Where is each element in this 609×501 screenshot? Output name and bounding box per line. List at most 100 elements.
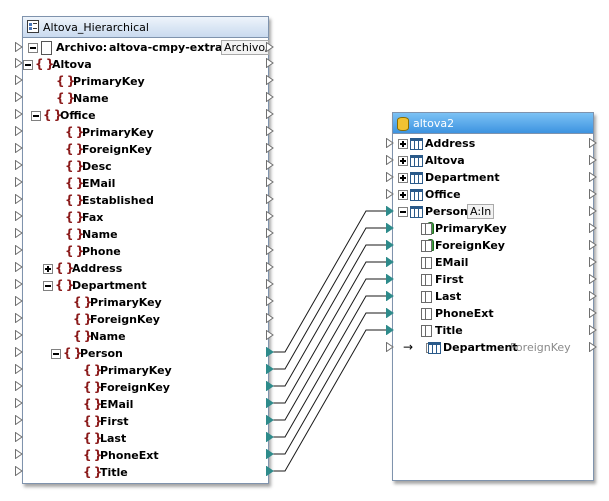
input-connector[interactable] [386, 325, 394, 335]
db-item-email[interactable]: EMail [393, 254, 593, 271]
output-connector[interactable] [266, 58, 274, 68]
input-connector[interactable] [15, 75, 23, 85]
tree-item-address[interactable]: { } Address [23, 260, 268, 277]
tree-item-title[interactable]: { } Title [23, 464, 268, 481]
output-connector[interactable] [266, 126, 274, 136]
tree-item-foreignkey[interactable]: { } ForeignKey [23, 379, 268, 396]
input-connector[interactable] [15, 432, 23, 442]
input-connector[interactable] [386, 189, 394, 199]
input-connector[interactable] [386, 155, 394, 165]
expand-icon[interactable] [398, 156, 408, 166]
expand-icon[interactable] [398, 173, 408, 183]
collapse-icon[interactable] [43, 281, 53, 291]
tree-item-foreignkey[interactable]: { } ForeignKey [23, 141, 268, 158]
input-connector[interactable] [15, 160, 23, 170]
tree-item-desc[interactable]: { } Desc [23, 158, 268, 175]
file-button[interactable]: Archivo/ [221, 40, 269, 55]
tree-item-name[interactable]: { } Name [23, 328, 268, 345]
output-connector[interactable] [266, 75, 274, 85]
mapping-line[interactable] [273, 210, 386, 353]
input-connector[interactable] [15, 109, 23, 119]
output-connector[interactable] [266, 432, 274, 442]
output-connector[interactable] [266, 92, 274, 102]
mapping-line[interactable] [273, 295, 386, 438]
input-connector[interactable] [15, 194, 23, 204]
input-connector[interactable] [15, 245, 23, 255]
output-connector[interactable] [266, 42, 274, 52]
input-connector[interactable] [386, 257, 394, 267]
action-tag[interactable]: A:In [467, 204, 495, 219]
expand-icon[interactable] [43, 264, 53, 274]
db-item-person[interactable]: Person A:In [393, 203, 593, 220]
output-connector[interactable] [266, 313, 274, 323]
input-connector[interactable] [15, 42, 23, 52]
db-item-department[interactable]: → Department ForeignKey [393, 339, 593, 356]
input-connector[interactable] [15, 364, 23, 374]
db-item-address[interactable]: Address [393, 135, 593, 152]
output-connector[interactable] [266, 330, 274, 340]
input-connector[interactable] [15, 381, 23, 391]
output-connector[interactable] [266, 194, 274, 204]
mapping-line[interactable] [273, 244, 386, 387]
db-item-foreignkey[interactable]: ForeignKey [393, 237, 593, 254]
output-connector[interactable] [589, 342, 597, 352]
output-connector[interactable] [266, 228, 274, 238]
output-connector[interactable] [266, 381, 274, 391]
mapping-line[interactable] [273, 227, 386, 370]
tree-item-email[interactable]: { } EMail [23, 396, 268, 413]
tree-item-person[interactable]: { } Person [23, 345, 268, 362]
output-connector[interactable] [266, 415, 274, 425]
tree-item-foreignkey[interactable]: { } ForeignKey [23, 311, 268, 328]
output-connector[interactable] [266, 109, 274, 119]
input-connector[interactable] [15, 262, 23, 272]
component-title-bar[interactable]: Altova_Hierarchical [23, 17, 268, 38]
input-connector[interactable] [15, 177, 23, 187]
input-connector[interactable] [15, 92, 23, 102]
output-connector[interactable] [589, 240, 597, 250]
input-connector[interactable] [15, 58, 23, 68]
input-connector[interactable] [15, 279, 23, 289]
output-connector[interactable] [589, 138, 597, 148]
db-item-altova[interactable]: Altova [393, 152, 593, 169]
input-connector[interactable] [386, 240, 394, 250]
mapping-line[interactable] [273, 278, 386, 421]
output-connector[interactable] [266, 262, 274, 272]
output-connector[interactable] [266, 177, 274, 187]
output-connector[interactable] [589, 189, 597, 199]
tree-item-office[interactable]: { } Office [23, 107, 268, 124]
input-connector[interactable] [15, 126, 23, 136]
db-item-first[interactable]: First [393, 271, 593, 288]
mapping-line[interactable] [273, 329, 386, 472]
tree-item-primarykey[interactable]: { } PrimaryKey [23, 294, 268, 311]
output-connector[interactable] [589, 291, 597, 301]
input-connector[interactable] [386, 138, 394, 148]
input-connector[interactable] [15, 466, 23, 476]
output-connector[interactable] [266, 364, 274, 374]
output-connector[interactable] [266, 160, 274, 170]
input-connector[interactable] [15, 313, 23, 323]
target-component-altova2[interactable]: altova2 Address Altova Department Office Per… [392, 112, 594, 481]
input-connector[interactable] [15, 330, 23, 340]
output-connector[interactable] [266, 245, 274, 255]
tree-item-phoneext[interactable]: { } PhoneExt [23, 447, 268, 464]
input-connector[interactable] [15, 347, 23, 357]
tree-item-name[interactable]: { } Name [23, 90, 268, 107]
input-connector[interactable] [386, 308, 394, 318]
output-connector[interactable] [266, 398, 274, 408]
tree-item-last[interactable]: { } Last [23, 430, 268, 447]
mapping-line[interactable] [273, 312, 386, 455]
input-connector[interactable] [15, 211, 23, 221]
input-connector[interactable] [386, 223, 394, 233]
input-connector[interactable] [15, 449, 23, 459]
tree-item-name[interactable]: { } Name [23, 226, 268, 243]
collapse-icon[interactable] [398, 207, 408, 217]
output-connector[interactable] [266, 296, 274, 306]
tree-item-department[interactable]: { } Department [23, 277, 268, 294]
output-connector[interactable] [266, 211, 274, 221]
source-component-altova-hierarchical[interactable]: Altova_Hierarchical Archivo: altova-cmpy… [22, 16, 269, 484]
input-connector[interactable] [386, 291, 394, 301]
expand-icon[interactable] [398, 190, 408, 200]
output-connector[interactable] [266, 466, 274, 476]
expand-icon[interactable] [398, 139, 408, 149]
mapping-line[interactable] [273, 261, 386, 404]
